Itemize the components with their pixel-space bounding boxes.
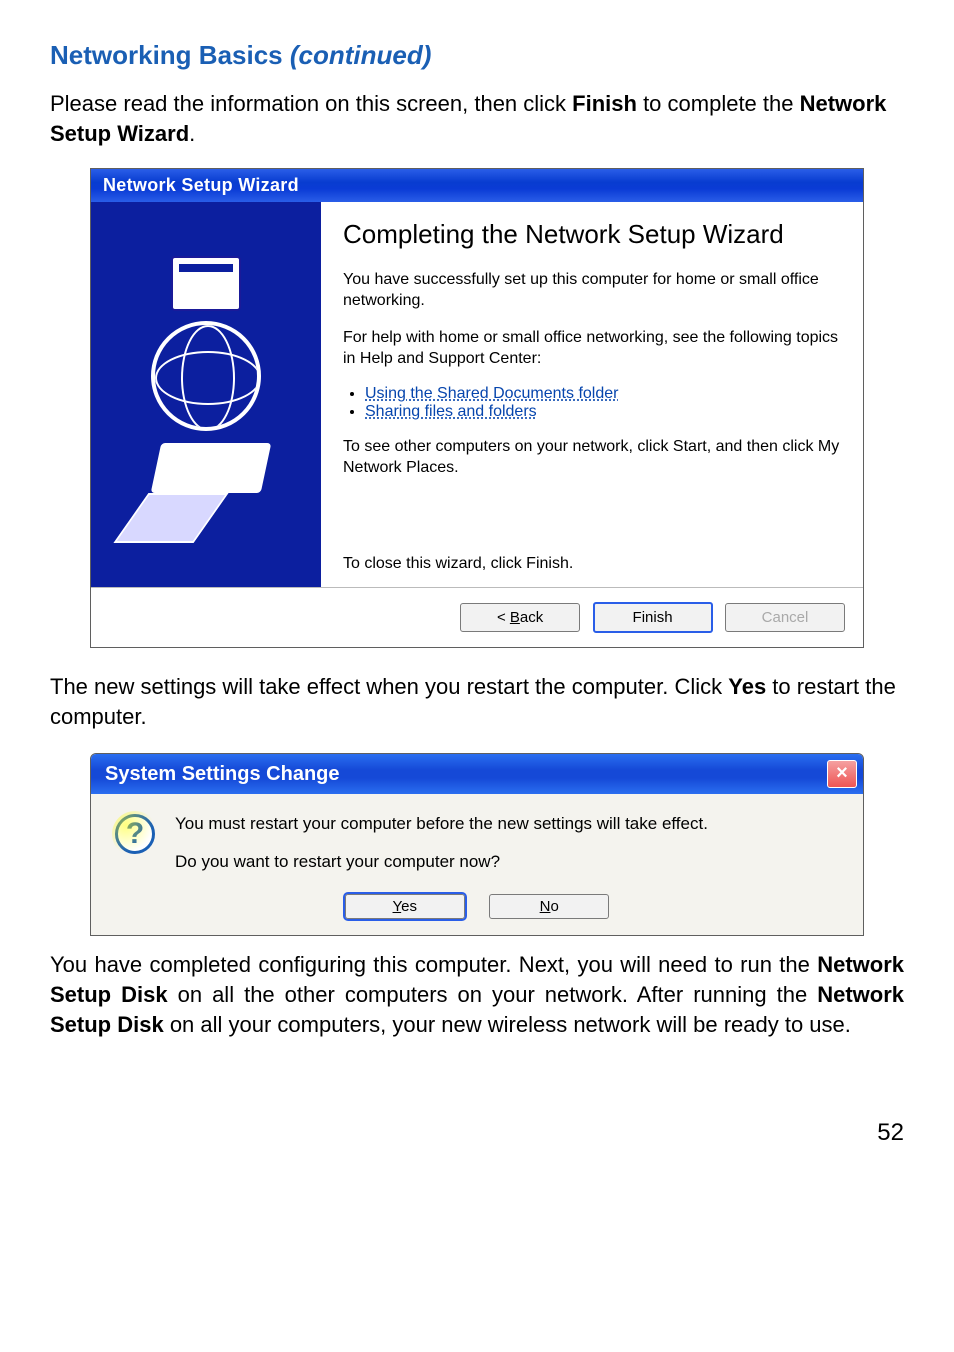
wizard-p3: To see other computers on your network, …: [343, 437, 841, 479]
no-button[interactable]: No: [489, 894, 609, 919]
wizard-p2: For help with home or small office netwo…: [343, 328, 841, 370]
network-setup-wizard-dialog: Network Setup Wizard Completing the Netw…: [90, 168, 864, 648]
msgbox-line2: Do you want to restart your computer now…: [175, 852, 708, 872]
system-settings-change-dialog: System Settings Change × ? You must rest…: [90, 753, 864, 936]
question-icon: ?: [115, 814, 155, 854]
msgbox-body: ? You must restart your computer before …: [91, 794, 863, 935]
link-shared-documents[interactable]: Using the Shared Documents folder: [365, 385, 618, 402]
finish-button[interactable]: Finish: [593, 602, 713, 633]
title-main: Networking Basics: [50, 40, 290, 70]
msgbox-titlebar[interactable]: System Settings Change ×: [91, 754, 863, 794]
globe-icon: [151, 321, 261, 431]
printer-icon: [146, 443, 266, 533]
wizard-close-text: To close this wizard, click Finish.: [343, 495, 841, 573]
msgbox-line1: You must restart your computer before th…: [175, 814, 708, 834]
page-number: 52: [50, 1119, 904, 1147]
link-sharing-files[interactable]: Sharing files and folders: [365, 403, 537, 420]
outro-paragraph: You have completed configuring this comp…: [50, 950, 904, 1039]
page-title: Networking Basics (continued): [50, 40, 904, 71]
title-continued: (continued): [290, 40, 432, 70]
cancel-button[interactable]: Cancel: [725, 603, 845, 632]
wizard-titlebar[interactable]: Network Setup Wizard: [91, 169, 863, 202]
mid-paragraph: The new settings will take effect when y…: [50, 672, 904, 731]
yes-button[interactable]: Yes: [345, 894, 465, 919]
wizard-link-list: Using the Shared Documents folder Sharin…: [343, 385, 841, 421]
wizard-button-bar: < Back Finish Cancel: [91, 587, 863, 647]
back-button[interactable]: < Back: [460, 603, 580, 632]
wizard-heading: Completing the Network Setup Wizard: [343, 220, 841, 250]
wizard-sidebar-image: [91, 202, 321, 587]
msgbox-title: System Settings Change: [105, 763, 340, 786]
close-icon[interactable]: ×: [827, 760, 857, 788]
msgbox-buttons: Yes No: [115, 890, 839, 919]
msgbox-text: You must restart your computer before th…: [175, 814, 708, 890]
computer-icon: [171, 256, 241, 311]
wizard-content: Completing the Network Setup Wizard You …: [321, 202, 863, 587]
intro-paragraph: Please read the information on this scre…: [50, 89, 904, 148]
wizard-p1: You have successfully set up this comput…: [343, 270, 841, 312]
wizard-body: Completing the Network Setup Wizard You …: [91, 202, 863, 587]
